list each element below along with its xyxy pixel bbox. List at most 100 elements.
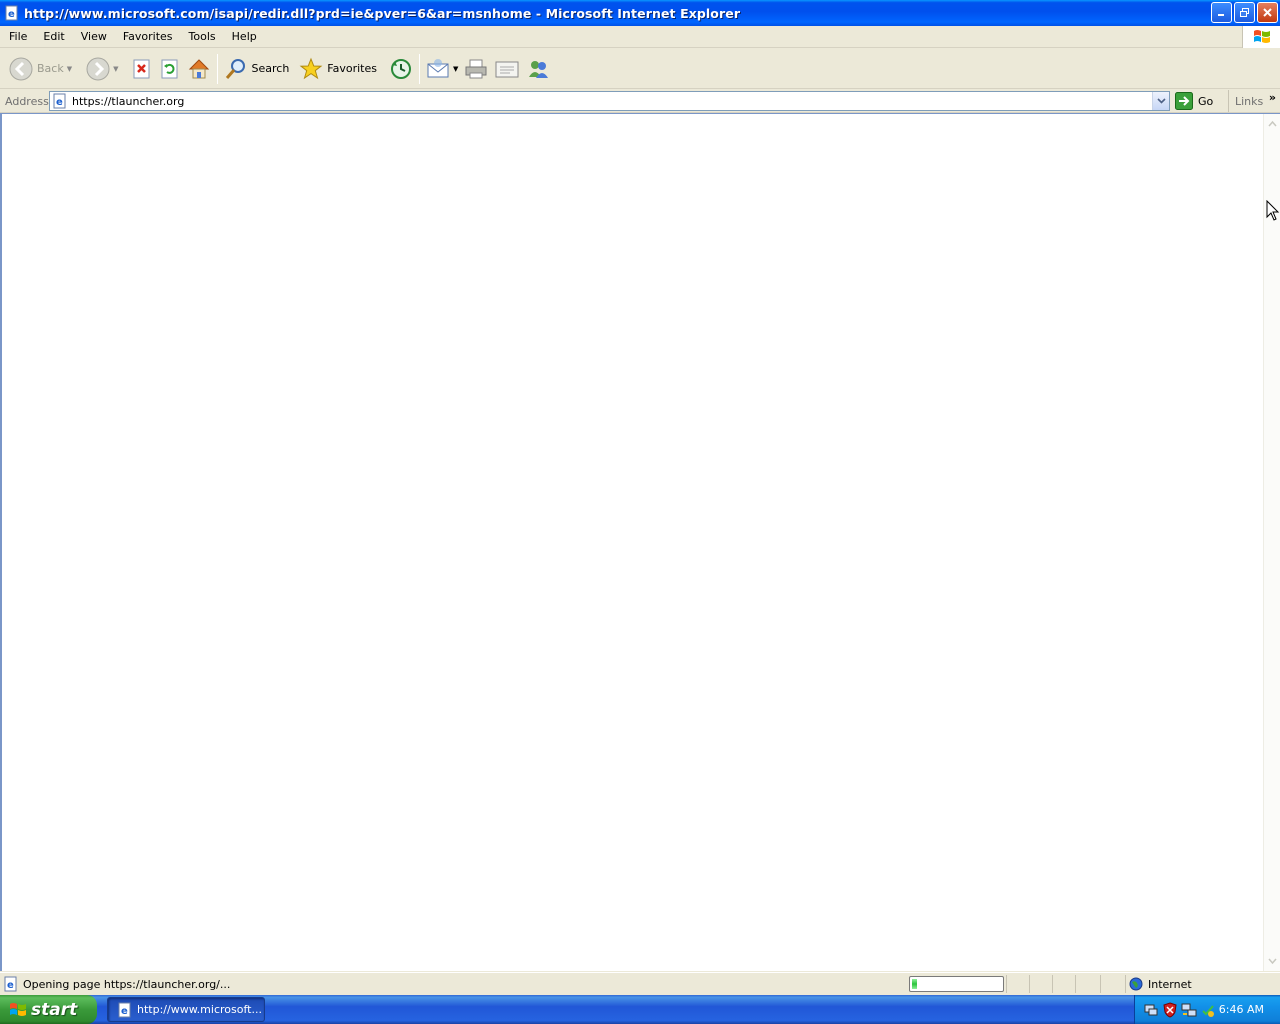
forward-arrow-icon [86,57,110,80]
status-divider [1006,975,1007,993]
go-label: Go [1198,94,1214,108]
status-divider [1029,975,1030,993]
printer-icon [465,59,487,78]
home-icon [188,58,209,78]
svg-text:e: e [8,9,15,20]
chevron-right-icon[interactable]: » [1269,91,1276,104]
vertical-scrollbar[interactable] [1263,114,1280,971]
windows-logo-icon [10,1002,26,1016]
status-divider [1052,975,1053,993]
status-divider [1125,975,1126,993]
update-icon[interactable] [1200,1002,1216,1018]
back-label: Back [37,62,64,75]
mail-button[interactable]: ▼ [423,52,461,86]
scroll-up-icon[interactable] [1267,118,1278,129]
chevron-down-icon [1156,98,1166,104]
search-icon [225,58,245,79]
address-label: Address [5,94,49,108]
back-button[interactable]: Back ▼ [6,52,75,86]
menu-view[interactable]: View [73,30,115,43]
address-url: https://tlauncher.org [72,94,185,108]
progress-fill [912,979,918,989]
mouse-pointer-icon [1266,200,1280,221]
search-button[interactable]: Search [221,52,293,86]
favorites-button[interactable]: Favorites [296,52,380,86]
history-icon [391,58,411,79]
title-bar[interactable]: e http://www.microsoft.com/isapi/redir.d… [0,0,1280,26]
stop-icon [133,59,149,78]
restore-button[interactable] [1234,2,1255,23]
address-dropdown-button[interactable] [1152,92,1169,110]
address-input[interactable]: e https://tlauncher.org [49,91,1170,111]
edit-page-icon [495,61,519,77]
start-button[interactable]: start [0,995,97,1024]
menu-bar: File Edit View Favorites Tools Help [0,26,1280,48]
page-icon: e [53,93,66,109]
menu-file[interactable]: File [0,30,35,43]
back-arrow-icon [9,57,33,80]
windows-flag-icon [1253,30,1270,43]
windows-logo [1242,26,1280,48]
ie-page-icon[interactable]: e [4,5,20,21]
back-dropdown-icon[interactable]: ▼ [67,65,72,73]
connection-icon[interactable] [1181,1002,1197,1018]
mail-dropdown-icon[interactable]: ▼ [453,65,458,73]
status-divider [1075,975,1076,993]
status-text: Opening page https://tlauncher.org/... [23,977,231,991]
messenger-button[interactable] [523,52,553,86]
status-divider [1100,975,1101,993]
zone-label: Internet [1148,977,1192,991]
globe-icon [1129,977,1143,991]
network-icon[interactable] [1143,1002,1159,1018]
refresh-button[interactable] [156,52,184,86]
search-label: Search [251,62,290,75]
security-shield-icon[interactable] [1162,1001,1178,1018]
links-toolbar[interactable]: Links » [1228,90,1280,112]
refresh-icon [161,59,177,78]
toolbar-separator [216,53,218,84]
clock: 6:46 AM [1218,1003,1264,1016]
start-label: start [31,999,78,1020]
mail-icon [427,58,449,77]
minimize-button[interactable] [1211,2,1232,23]
print-button[interactable] [461,52,491,86]
restore-icon [1240,8,1249,17]
scroll-down-icon[interactable] [1267,956,1278,967]
menu-tools[interactable]: Tools [181,30,224,43]
close-button[interactable] [1257,2,1278,23]
favorites-label: Favorites [327,62,377,75]
taskbar: start e http://www.microsoft... 6:46 AM [0,995,1280,1024]
menu-help[interactable]: Help [224,30,265,43]
page-content[interactable] [0,113,1280,971]
progress-bar [909,976,1004,992]
window-title: http://www.microsoft.com/isapi/redir.dll… [24,5,741,21]
taskbar-item-label: http://www.microsoft... [137,1003,262,1016]
status-bar: e Opening page https://tlauncher.org/...… [0,972,1280,995]
go-arrow-icon [1175,92,1193,110]
security-zone[interactable]: Internet [1129,975,1192,993]
forward-button[interactable]: ▼ [83,52,121,86]
links-label: Links [1235,94,1264,108]
standard-toolbar: Back ▼ ▼ Search Favorites ▼ [0,49,1280,89]
home-button[interactable] [184,52,214,86]
edit-button[interactable] [491,52,523,86]
close-icon [1263,8,1272,17]
menu-favorites[interactable]: Favorites [115,30,181,43]
ie-page-icon: e [118,1002,131,1017]
system-tray: 6:46 AM [1134,995,1280,1024]
menu-edit[interactable]: Edit [35,30,72,43]
go-button[interactable]: Go [1175,91,1213,111]
forward-dropdown-icon[interactable]: ▼ [113,65,118,73]
svg-text:e: e [56,97,63,108]
messenger-icon [529,60,549,78]
svg-text:e: e [121,1006,128,1017]
favorites-star-icon [299,57,323,79]
taskbar-item-ie[interactable]: e http://www.microsoft... [107,997,265,1022]
history-button[interactable] [386,52,416,86]
minimize-icon [1218,14,1224,16]
loading-page-icon: e [4,976,17,992]
stop-button[interactable] [128,52,156,86]
address-bar: Address e https://tlauncher.org Go Links… [0,90,1280,113]
svg-text:e: e [7,980,14,991]
toolbar-separator [419,53,420,84]
